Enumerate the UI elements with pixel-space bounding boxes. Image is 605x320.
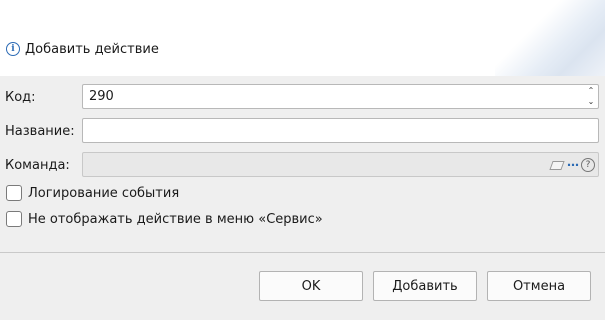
info-icon: i bbox=[6, 42, 20, 56]
log-event-checkbox[interactable] bbox=[6, 185, 22, 201]
code-spinner[interactable]: ⌃ ⌄ bbox=[586, 86, 596, 107]
more-dots-icon[interactable]: ⋯ bbox=[567, 159, 579, 171]
command-field[interactable]: ⋯ ? bbox=[82, 152, 599, 177]
ok-button[interactable]: OK bbox=[259, 271, 363, 301]
hide-in-menu-checkbox-row[interactable]: Не отображать действие в меню «Сервис» bbox=[6, 211, 323, 227]
add-button[interactable]: Добавить bbox=[373, 271, 477, 301]
name-label: Название: bbox=[5, 124, 75, 139]
dialog-header: i Добавить действие bbox=[0, 0, 605, 76]
hide-in-menu-checkbox[interactable] bbox=[6, 211, 22, 227]
dialog-title: Добавить действие bbox=[25, 41, 159, 57]
eraser-icon[interactable] bbox=[549, 160, 565, 170]
cancel-button[interactable]: Отмена bbox=[487, 271, 591, 301]
command-tools: ⋯ ? bbox=[549, 156, 595, 174]
code-value: 290 bbox=[89, 89, 114, 104]
footer-divider bbox=[0, 252, 605, 253]
chevron-up-icon[interactable]: ⌃ bbox=[588, 86, 595, 96]
command-label: Команда: bbox=[5, 158, 70, 173]
log-event-checkbox-row[interactable]: Логирование события bbox=[6, 185, 179, 201]
hide-in-menu-label: Не отображать действие в меню «Сервис» bbox=[28, 211, 323, 227]
help-icon[interactable]: ? bbox=[581, 158, 595, 172]
log-event-label: Логирование события bbox=[28, 185, 180, 201]
code-field[interactable]: 290 ⌃ ⌄ bbox=[82, 84, 599, 109]
code-label: Код: bbox=[5, 90, 36, 105]
dialog-title-bar: i Добавить действие bbox=[6, 40, 159, 58]
header-decoration bbox=[495, 0, 605, 76]
name-input[interactable] bbox=[82, 118, 599, 143]
chevron-down-icon[interactable]: ⌄ bbox=[588, 97, 595, 107]
